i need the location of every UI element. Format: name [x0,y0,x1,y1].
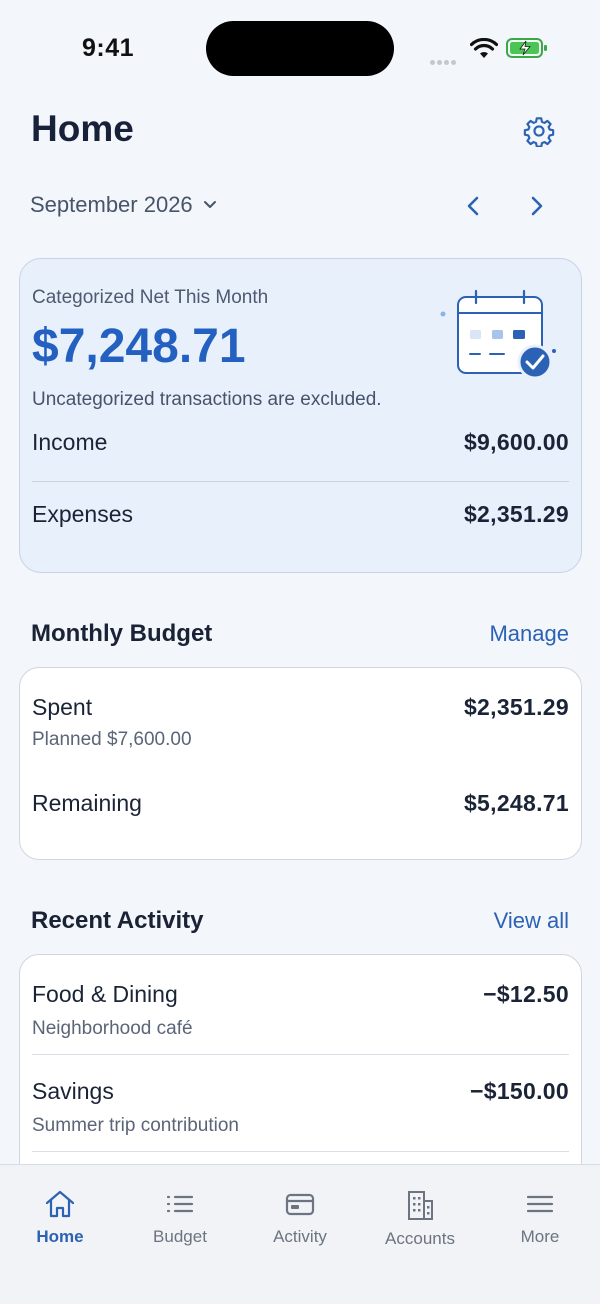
tab-bar: Home Budget Activity Accounts More [0,1164,600,1304]
cellular-signal-icon [430,52,462,65]
transaction-description: Summer trip contribution [32,1115,239,1136]
expenses-row: Expenses $2,351.29 [32,501,569,528]
dynamic-island [206,21,394,76]
transaction-category: Savings [32,1078,114,1104]
spent-row: Spent $2,351.29 [32,694,569,721]
income-label: Income [32,429,108,455]
list-item[interactable]: Savings −$150.00 Summer trip contributio… [32,1078,569,1137]
activity-section-header: Recent Activity View all [31,907,569,935]
wifi-icon [470,38,498,58]
month-selector[interactable]: September 2026 [30,192,217,218]
activity-section-title: Recent Activity [31,907,204,934]
list-icon [166,1195,194,1213]
gear-icon [523,117,555,147]
month-label: September 2026 [30,192,193,217]
settings-button[interactable] [520,112,558,150]
chevron-down-icon [203,201,216,208]
building-icon [408,1191,433,1220]
net-label: Categorized Net This Month [32,287,269,308]
tab-budget[interactable]: Budget [120,1165,240,1304]
expenses-label: Expenses [32,501,134,527]
spent-amount: $2,351.29 [463,694,569,720]
tab-label: Budget [153,1227,207,1246]
tab-label: Activity [273,1227,327,1246]
planned-amount: Planned $7,600.00 [32,729,192,750]
divider [32,1054,569,1055]
tab-more[interactable]: More [480,1165,600,1304]
list-item[interactable]: Food & Dining −$12.50 Neighborhood café [32,981,569,1040]
tab-label: Home [36,1227,84,1246]
monthly-budget-card[interactable]: Spent $2,351.29 Planned $7,600.00 Remain… [19,667,582,860]
net-summary-card: Categorized Net This Month $7,248.71 Unc… [19,258,582,573]
tab-label: More [520,1227,560,1246]
transaction-amount: −$12.50 [483,981,569,1007]
battery-charging-icon [506,38,547,58]
calendar-check-icon [440,289,556,380]
menu-icon [526,1195,554,1213]
expenses-amount: $2,351.29 [463,501,569,527]
remaining-label: Remaining [32,790,142,816]
remaining-amount: $5,248.71 [463,790,569,816]
divider [32,481,569,482]
income-row: Income $9,600.00 [32,429,569,456]
tab-accounts[interactable]: Accounts [360,1165,480,1304]
budget-section-title: Monthly Budget [31,620,213,647]
home-icon [45,1190,75,1218]
net-amount: $7,248.71 [32,320,246,373]
tab-activity[interactable]: Activity [240,1165,360,1304]
chevron-left-icon [467,196,479,216]
tab-label: Accounts [385,1229,455,1248]
transaction-description: Neighborhood café [32,1018,193,1039]
tab-home[interactable]: Home [0,1165,120,1304]
status-bar: 9:41 [0,0,600,96]
net-note: Uncategorized transactions are excluded. [32,389,382,410]
transaction-category: Food & Dining [32,981,178,1007]
page-title: Home [31,108,134,149]
remaining-row: Remaining $5,248.71 [32,790,569,817]
income-amount: $9,600.00 [463,429,569,455]
next-month-button[interactable] [522,190,552,222]
view-all-link[interactable]: View all [494,908,569,934]
budget-section-header: Monthly Budget Manage [31,620,569,648]
transaction-amount: −$150.00 [470,1078,569,1104]
card-icon [285,1193,315,1216]
chevron-right-icon [531,196,543,216]
divider [32,1151,569,1152]
spent-label: Spent [32,694,93,720]
previous-month-button[interactable] [458,190,488,222]
status-time: 9:41 [82,34,135,62]
manage-budget-link[interactable]: Manage [489,621,569,647]
